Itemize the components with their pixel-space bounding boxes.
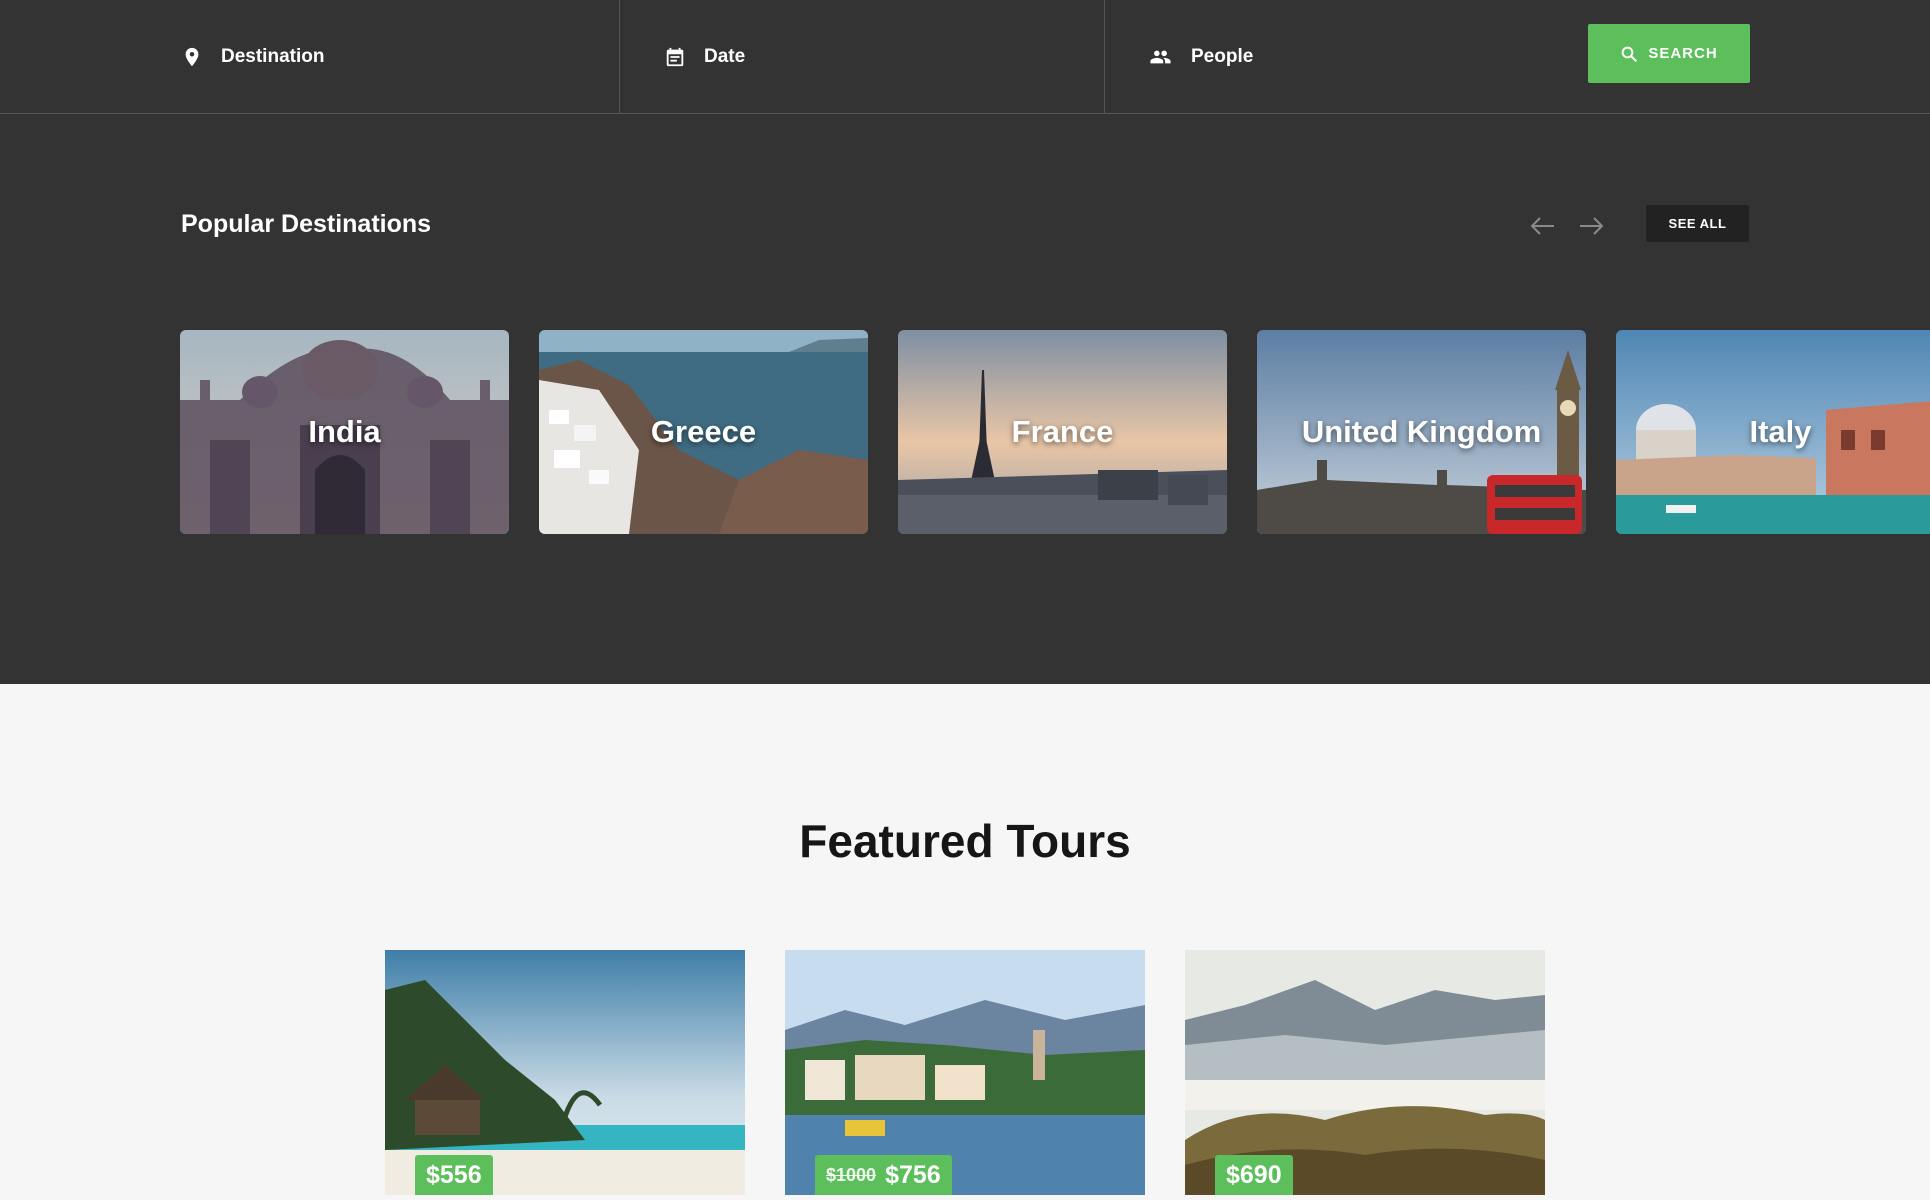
divider bbox=[619, 0, 620, 113]
location-pin-icon bbox=[185, 47, 199, 66]
people-icon bbox=[1150, 50, 1171, 63]
destination-card-italy[interactable]: Italy bbox=[1616, 330, 1930, 534]
featured-tours-title: Featured Tours bbox=[799, 815, 1131, 867]
destination-name: France bbox=[1011, 414, 1114, 449]
search-icon bbox=[1621, 46, 1638, 62]
destination-label: Destination bbox=[221, 45, 325, 67]
search-button-label: SEARCH bbox=[1648, 45, 1718, 62]
destination-field[interactable]: Destination bbox=[181, 0, 324, 113]
destination-name: Greece bbox=[650, 414, 757, 449]
people-label: People bbox=[1191, 45, 1254, 67]
date-field[interactable]: Date bbox=[664, 0, 745, 113]
divider bbox=[1104, 0, 1105, 113]
search-button[interactable]: SEARCH bbox=[1588, 24, 1750, 83]
arrow-right-icon[interactable] bbox=[1574, 212, 1608, 240]
section-title: Popular Destinations bbox=[181, 210, 432, 238]
see-all-button[interactable]: SEE ALL bbox=[1646, 205, 1749, 242]
people-field[interactable]: People bbox=[1148, 0, 1253, 113]
search-bar: Destination Date People SEARCH bbox=[0, 0, 1930, 114]
price-badge: $556 bbox=[415, 1155, 493, 1195]
destination-card-india[interactable]: India bbox=[180, 330, 509, 534]
date-label: Date bbox=[704, 45, 746, 67]
price-value: $690 bbox=[1226, 1160, 1282, 1189]
price-value: $756 bbox=[885, 1160, 941, 1189]
destination-name: Italy bbox=[1749, 414, 1812, 449]
calendar-icon bbox=[666, 47, 684, 66]
destination-name: United Kingdom bbox=[1301, 414, 1542, 449]
tour-card[interactable]: $1000 $756 bbox=[785, 950, 1145, 1195]
price-badge: $1000 $756 bbox=[815, 1155, 952, 1195]
destination-card-united-kingdom[interactable]: United Kingdom bbox=[1257, 330, 1586, 534]
destination-card-greece[interactable]: Greece bbox=[539, 330, 868, 534]
tour-card[interactable]: $690 bbox=[1185, 950, 1545, 1195]
destination-card-france[interactable]: France bbox=[898, 330, 1227, 534]
old-price-value: $1000 bbox=[826, 1164, 877, 1185]
arrow-left-icon[interactable] bbox=[1526, 212, 1560, 240]
price-value: $556 bbox=[426, 1160, 482, 1189]
price-badge: $690 bbox=[1215, 1155, 1293, 1195]
destination-name: India bbox=[308, 414, 381, 449]
tour-card[interactable]: $556 bbox=[385, 950, 745, 1195]
popular-destinations-section: Popular Destinations SEE ALL India Greec… bbox=[0, 114, 1930, 684]
